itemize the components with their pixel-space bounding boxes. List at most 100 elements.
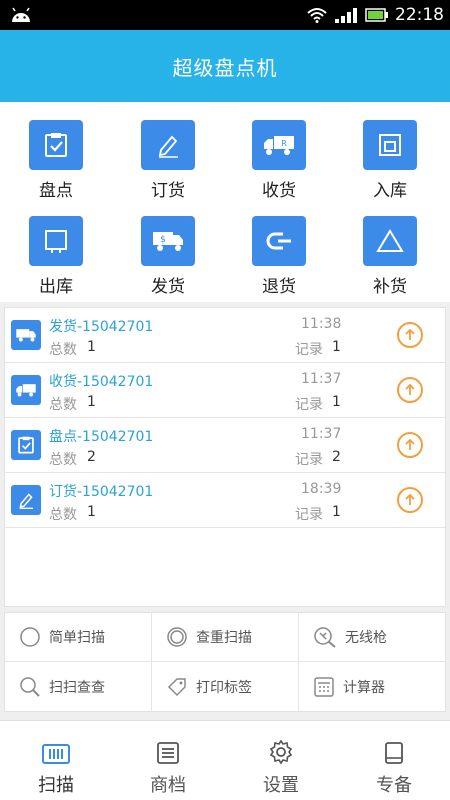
tile-label: 收货	[262, 181, 296, 201]
record-count-value: 1	[332, 339, 341, 355]
nav-special[interactable]: 专备	[338, 721, 450, 800]
tool-calculator[interactable]: 计算器	[299, 662, 446, 711]
tool-grid: 简单扫描 查重扫描 无线枪 扫扫查查 打印标签 计算器	[4, 612, 446, 712]
total-label: 总数	[49, 507, 77, 523]
truck-icon	[16, 384, 36, 397]
bottom-nav: 扫描 商档 设置 专备	[0, 720, 450, 800]
book-icon	[385, 742, 403, 764]
pen-icon	[19, 493, 33, 509]
upload-button[interactable]	[397, 487, 423, 513]
upload-button[interactable]	[397, 432, 423, 458]
tile-order[interactable]: 订货	[118, 120, 218, 201]
tool-label: 简单扫描	[49, 630, 105, 646]
clipboard-check-icon	[45, 133, 67, 157]
circle-icon	[20, 627, 40, 647]
tool-label: 扫扫查查	[49, 679, 105, 696]
tile-label: 订货	[151, 181, 185, 201]
title-bar: 超级盘点机	[0, 30, 450, 102]
tile-receive[interactable]: R 收货	[229, 120, 329, 201]
total-label: 总数	[49, 342, 77, 358]
tile-label: 入库	[373, 181, 407, 201]
tile-label: 退货	[262, 277, 296, 297]
record-count-label: 记录	[295, 397, 323, 413]
tool-label: 无线枪	[345, 630, 387, 646]
nav-product-files[interactable]: 商档	[112, 721, 224, 800]
record-list: 发货-15042701 总数 1 11:38 记录 1 收货-15042701 …	[4, 307, 446, 607]
list-item[interactable]: 盘点-15042701 总数 2 11:37 记录 2	[5, 418, 445, 473]
tool-label: 打印标签	[196, 679, 252, 696]
record-name: 收货-15042701	[49, 374, 154, 390]
nav-scan[interactable]: 扫描	[0, 721, 112, 800]
total-value: 2	[87, 449, 96, 465]
tool-label: 查重扫描	[196, 630, 252, 646]
tile-label: 盘点	[39, 181, 73, 201]
list-item[interactable]: 收货-15042701 总数 1 11:37 记录 1	[5, 363, 445, 418]
box-in-icon	[379, 134, 401, 156]
total-value: 1	[87, 339, 96, 355]
status-bar: 22:18	[0, 0, 450, 30]
record-time: 11:37	[301, 426, 342, 442]
scanner-icon	[314, 627, 336, 648]
list-item[interactable]: 发货-15042701 总数 1 11:38 记录 1	[5, 308, 445, 363]
triangle-icon	[376, 229, 404, 252]
nav-label: 商档	[150, 775, 186, 796]
signal-icon	[335, 8, 357, 23]
total-label: 总数	[49, 397, 77, 413]
function-grid: 盘点 订货 R 收货 入库 出库 $ 发货 退货 补货	[0, 102, 450, 302]
total-value: 1	[87, 504, 96, 520]
gear-icon	[269, 739, 293, 765]
tile-stock-in[interactable]: 入库	[340, 120, 440, 201]
arrow-up-icon	[405, 383, 415, 395]
nav-label: 扫描	[38, 775, 74, 796]
battery-icon	[365, 8, 388, 22]
arrow-up-icon	[405, 493, 415, 505]
record-name: 发货-15042701	[49, 319, 154, 335]
tile-return[interactable]: 退货	[229, 216, 329, 297]
list-icon	[157, 742, 179, 764]
record-count-value: 1	[332, 504, 341, 520]
record-count-label: 记录	[295, 452, 323, 468]
wifi-icon	[307, 8, 327, 23]
status-time: 22:18	[395, 5, 444, 25]
record-count-value: 2	[332, 449, 341, 465]
page-title: 超级盘点机	[172, 55, 278, 80]
record-time: 18:39	[301, 481, 342, 497]
nav-label: 设置	[263, 775, 299, 796]
upload-button[interactable]	[397, 377, 423, 403]
pen-icon	[158, 135, 178, 158]
arrow-up-icon	[405, 438, 415, 450]
upload-button[interactable]	[397, 322, 423, 348]
search-icon	[20, 676, 40, 697]
record-count-value: 1	[332, 394, 341, 410]
tool-print-label[interactable]: 打印标签	[152, 662, 299, 711]
total-label: 总数	[49, 452, 77, 468]
tag-icon	[167, 677, 186, 696]
record-name: 盘点-15042701	[49, 429, 154, 445]
record-time: 11:38	[301, 316, 342, 332]
clipboard-check-icon	[18, 436, 34, 454]
total-value: 1	[87, 394, 96, 410]
list-item[interactable]: 订货-15042701 总数 1 18:39 记录 1	[5, 473, 445, 528]
tile-label: 发货	[151, 277, 185, 297]
return-icon	[266, 232, 291, 250]
tool-wireless-scanner[interactable]: 无线枪	[299, 613, 446, 662]
svg-text:$: $	[160, 235, 166, 245]
tile-replenish[interactable]: 补货	[340, 216, 440, 297]
android-icon	[12, 7, 30, 22]
tool-duplicate-scan[interactable]: 查重扫描	[152, 613, 299, 662]
nav-settings[interactable]: 设置	[225, 721, 337, 800]
arrow-up-icon	[405, 328, 415, 340]
tile-stocktake[interactable]: 盘点	[6, 120, 106, 201]
record-name: 订货-15042701	[49, 484, 154, 500]
tool-simple-scan[interactable]: 简单扫描	[5, 613, 152, 662]
nav-label: 专备	[376, 775, 412, 796]
tile-stock-out[interactable]: 出库	[6, 216, 106, 297]
record-count-label: 记录	[295, 507, 323, 523]
tool-label: 计算器	[343, 679, 385, 696]
tile-ship[interactable]: $ 发货	[118, 216, 218, 297]
double-circle-icon	[167, 627, 187, 647]
barcode-icon	[42, 744, 70, 764]
truck-icon: R	[264, 136, 294, 155]
delivery-truck-icon: $	[153, 232, 183, 251]
tool-scan-lookup[interactable]: 扫扫查查	[5, 662, 152, 711]
